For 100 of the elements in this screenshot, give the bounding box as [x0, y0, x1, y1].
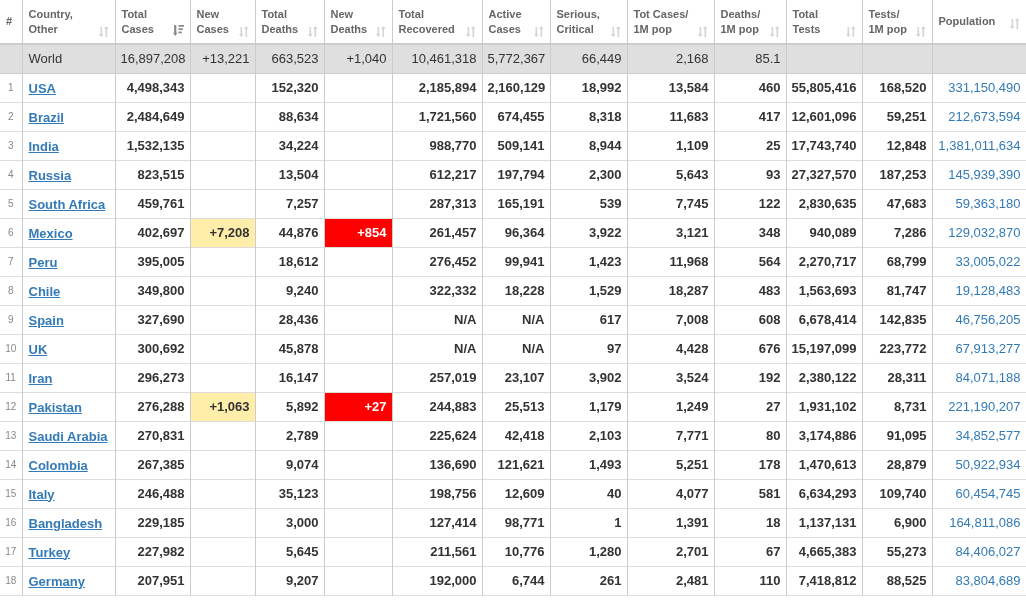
sort-arrows-icon[interactable]: [307, 25, 318, 37]
table-cell: 1,493: [550, 450, 627, 479]
table-cell: N/A: [482, 334, 550, 363]
table-cell: 3,902: [550, 363, 627, 392]
country-link[interactable]: Turkey: [28, 544, 71, 560]
rank-number: 2: [0, 102, 22, 131]
table-cell: 663,523: [255, 44, 324, 73]
sort-arrows-icon[interactable]: [533, 25, 544, 37]
column-header[interactable]: #: [0, 0, 22, 44]
table-cell: 9,074: [255, 450, 324, 479]
table-cell: 55,273: [862, 537, 932, 566]
table-cell: 81,747: [862, 276, 932, 305]
column-header[interactable]: Total Cases: [115, 0, 190, 44]
table-cell: 296,273: [115, 363, 190, 392]
sort-arrows-icon[interactable]: [465, 25, 476, 37]
rank-number: 1: [0, 73, 22, 102]
rank-number: 7: [0, 247, 22, 276]
column-header[interactable]: Total Recovered: [392, 0, 482, 44]
country-link[interactable]: India: [28, 138, 59, 154]
table-cell: 229,185: [115, 508, 190, 537]
country-link[interactable]: Russia: [28, 167, 72, 183]
table-cell: 6,900: [862, 508, 932, 537]
country-link[interactable]: UK: [28, 341, 48, 357]
country-link[interactable]: Iran: [28, 370, 53, 386]
column-header[interactable]: Country, Other: [22, 0, 115, 44]
table-cell: 581: [714, 479, 786, 508]
column-header[interactable]: Serious, Critical: [550, 0, 627, 44]
column-header[interactable]: Tests/ 1M pop: [862, 0, 932, 44]
country-link[interactable]: USA: [28, 80, 56, 96]
table-cell: +854: [324, 218, 392, 247]
table-cell: 459,761: [115, 189, 190, 218]
column-header[interactable]: Total Tests: [786, 0, 862, 44]
country-link[interactable]: Italy: [28, 486, 55, 502]
rank-number: 8: [0, 276, 22, 305]
table-cell: 7,771: [627, 421, 714, 450]
table-cell: 322,332: [392, 276, 482, 305]
table-cell: 564: [714, 247, 786, 276]
table-cell: 164,811,086: [932, 508, 1026, 537]
table-cell: 417: [714, 102, 786, 131]
sort-arrows-icon[interactable]: [697, 25, 708, 37]
table-cell: 4,665,383: [786, 537, 862, 566]
table-cell: 1,391: [627, 508, 714, 537]
table-cell: 617: [550, 305, 627, 334]
column-header[interactable]: Active Cases: [482, 0, 550, 44]
column-header[interactable]: Total Deaths: [255, 0, 324, 44]
sort-arrows-icon[interactable]: [610, 25, 621, 37]
column-header[interactable]: Population: [932, 0, 1026, 44]
table-cell: 4,498,343: [115, 73, 190, 102]
sort-arrows-icon[interactable]: [915, 25, 926, 37]
country-link[interactable]: Chile: [28, 283, 61, 299]
table-cell: 60,454,745: [932, 479, 1026, 508]
table-cell: 287,313: [392, 189, 482, 218]
country-link[interactable]: Bangladesh: [28, 515, 103, 531]
table-cell: 80: [714, 421, 786, 450]
column-header[interactable]: New Deaths: [324, 0, 392, 44]
table-cell: 327,690: [115, 305, 190, 334]
rank-number: 14: [0, 450, 22, 479]
table-cell: 59,251: [862, 102, 932, 131]
sort-descending-icon[interactable]: [172, 24, 184, 37]
country-link[interactable]: Spain: [28, 312, 64, 328]
table-cell: 84,406,027: [932, 537, 1026, 566]
table-cell: 84,071,188: [932, 363, 1026, 392]
column-header[interactable]: Tot Cases/ 1M pop: [627, 0, 714, 44]
country-link[interactable]: Pakistan: [28, 399, 82, 415]
table-cell: World: [22, 44, 115, 73]
sort-arrows-icon[interactable]: [845, 25, 856, 37]
sort-arrows-icon[interactable]: [98, 25, 109, 37]
country-link[interactable]: Brazil: [28, 109, 64, 125]
table-cell: 1: [550, 508, 627, 537]
country-link[interactable]: Germany: [28, 573, 85, 589]
table-cell: 349,800: [115, 276, 190, 305]
sort-arrows-icon[interactable]: [769, 25, 780, 37]
country-link[interactable]: Saudi Arabia: [28, 428, 108, 444]
column-header[interactable]: New Cases: [190, 0, 255, 44]
table-cell: 6,634,293: [786, 479, 862, 508]
table-cell: 244,883: [392, 392, 482, 421]
table-cell: 28,311: [862, 363, 932, 392]
table-cell: 5,645: [255, 537, 324, 566]
table-cell: 68,799: [862, 247, 932, 276]
table-cell: 674,455: [482, 102, 550, 131]
table-cell: N/A: [392, 334, 482, 363]
sort-arrows-icon[interactable]: [1009, 18, 1020, 29]
table-cell: 2,300: [550, 160, 627, 189]
sort-arrows-icon[interactable]: [375, 25, 386, 37]
country-link[interactable]: Peru: [28, 254, 58, 270]
column-header[interactable]: Deaths/ 1M pop: [714, 0, 786, 44]
table-cell: 3,000: [255, 508, 324, 537]
table-cell: 28,879: [862, 450, 932, 479]
table-cell: 212,673,594: [932, 102, 1026, 131]
sort-arrows-icon[interactable]: [238, 25, 249, 37]
country-link[interactable]: Mexico: [28, 225, 73, 241]
table-cell: 3,524: [627, 363, 714, 392]
country-link[interactable]: South Africa: [28, 196, 106, 212]
rank-number: 18: [0, 566, 22, 595]
table-cell: 2,484,649: [115, 102, 190, 131]
table-cell: 12,601,096: [786, 102, 862, 131]
table-cell: 67: [714, 537, 786, 566]
country-link[interactable]: Colombia: [28, 457, 88, 473]
table-cell: 23,107: [482, 363, 550, 392]
table-cell: 18,228: [482, 276, 550, 305]
